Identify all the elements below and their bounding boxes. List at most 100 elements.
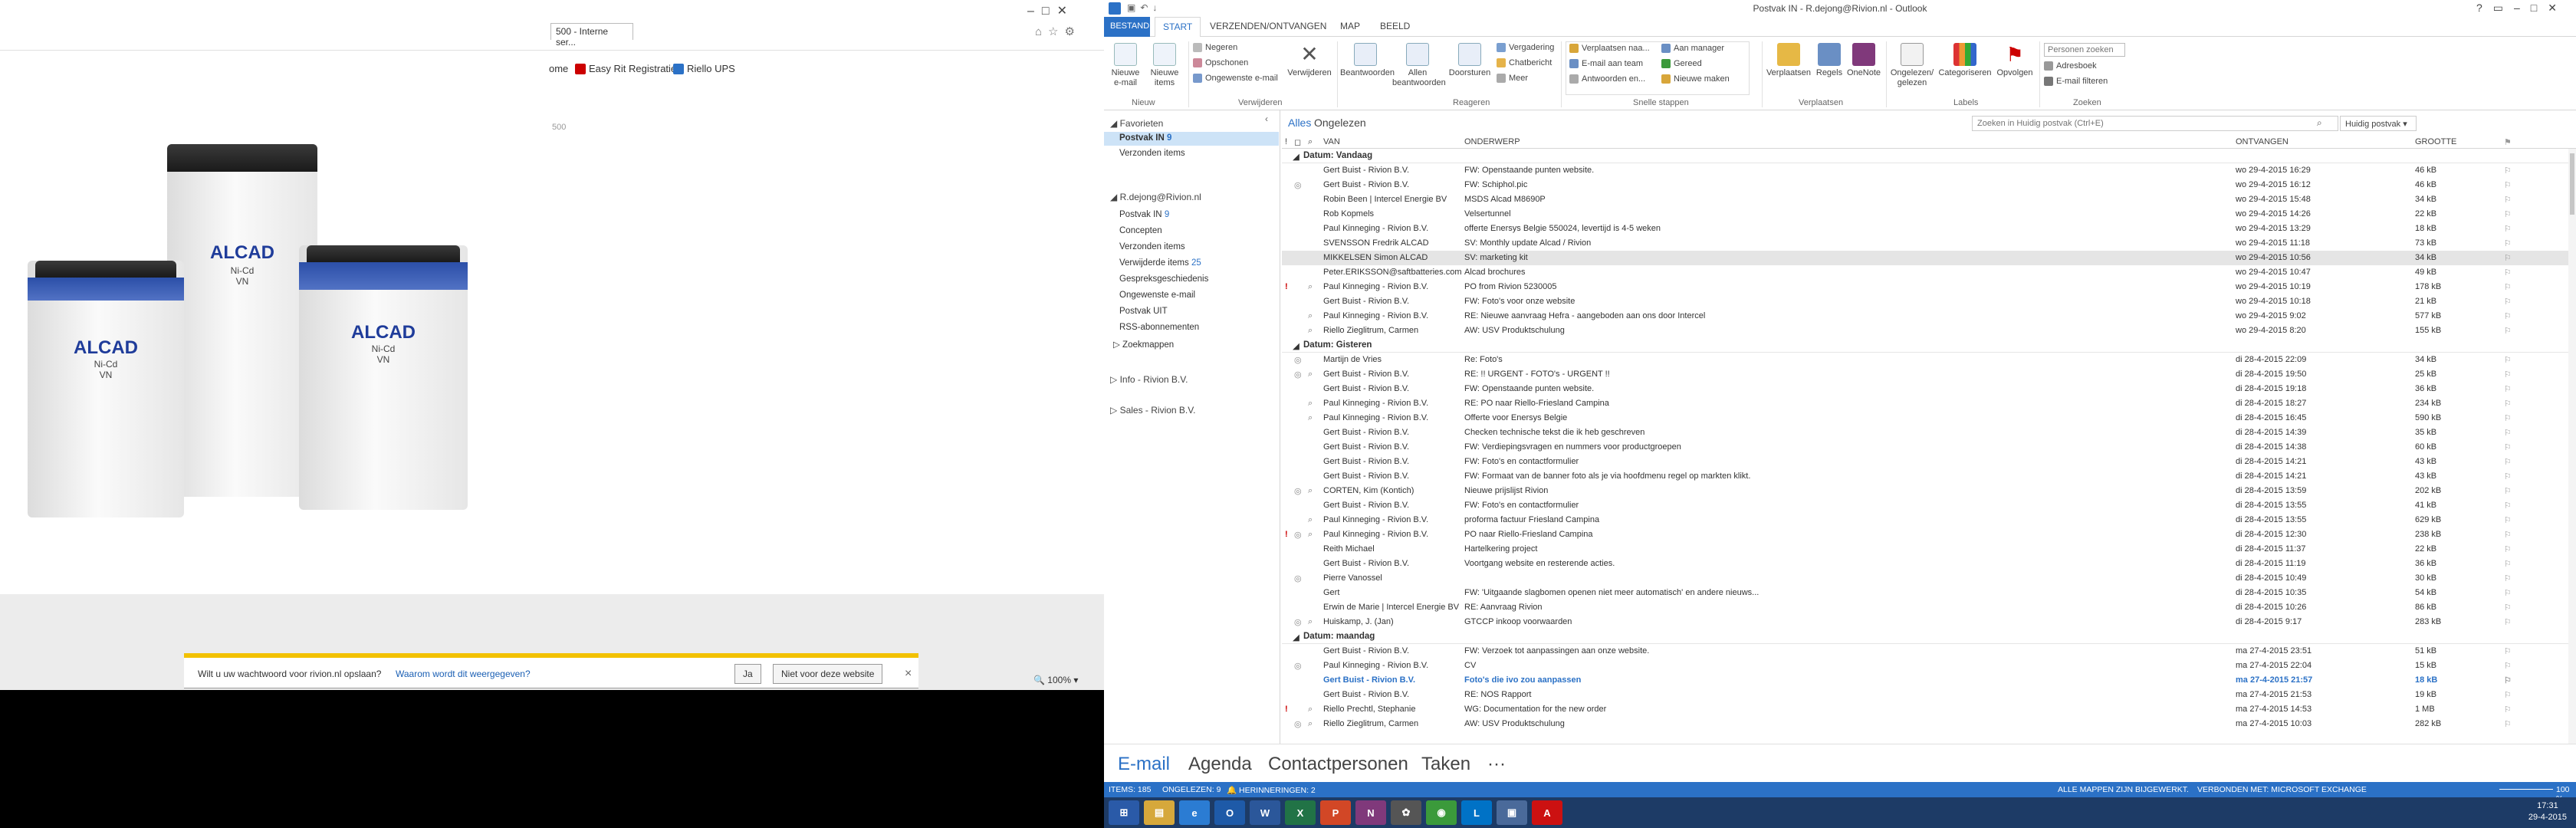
attachment-column-icon[interactable]: ⌕ (1308, 137, 1313, 147)
search-icon[interactable]: ⌕ (2317, 117, 2322, 129)
flag-icon[interactable]: ⚐ (2504, 472, 2512, 481)
categorize-button[interactable]: Categoriseren (1937, 43, 1993, 78)
filter-email-button[interactable]: E-mail filteren (2044, 77, 2108, 86)
flag-icon[interactable]: ⚐ (2504, 530, 2512, 540)
ie-zoom-level[interactable]: 🔍 100% ▾ (1033, 675, 1078, 685)
message-row[interactable]: ! ⌕ Paul Kinneging - Rivion B.V. PO from Ri… (1282, 280, 2576, 294)
followup-button[interactable]: ⚑ Opvolgen (1995, 43, 2035, 78)
excel-taskbar-icon[interactable]: X (1285, 800, 1316, 825)
flag-icon[interactable]: ⚐ (2504, 224, 2512, 234)
ie-toolbar-icons[interactable]: ⌂☆⚙ (1035, 25, 1081, 38)
flag-icon[interactable]: ⚐ (2504, 705, 2512, 715)
message-row[interactable]: Paul Kinneging - Rivion B.V. offerte Ener… (1282, 222, 2576, 236)
date-group-header[interactable]: ◢ Datum: maandag (1282, 629, 2576, 644)
zoom-slider[interactable] (2499, 787, 2553, 793)
message-row[interactable]: Gert FW: 'Uitgaande slagbomen openen niet… (1282, 586, 2576, 600)
message-row[interactable]: ⌕ Paul Kinneging - Rivion B.V. RE: Nieuwe … (1282, 309, 2576, 324)
collapse-group-icon[interactable]: ◢ (1293, 151, 1300, 162)
message-row[interactable]: ◎ ⌕ Gert Buist - Rivion B.V. RE: !! URGENT … (1282, 367, 2576, 382)
message-row[interactable]: Gert Buist - Rivion B.V. FW: Openstaande … (1282, 163, 2576, 178)
reply-button[interactable]: Beantwoorden (1340, 43, 1395, 78)
ignore-button[interactable]: Negeren (1193, 43, 1237, 52)
flag-icon[interactable]: ⚐ (2504, 195, 2512, 205)
nav-folder-drafts[interactable]: Concepten (1119, 226, 1162, 235)
filter-all[interactable]: Alles (1288, 117, 1311, 129)
quick-step-item[interactable]: Verplaatsen naa... (1569, 44, 1650, 53)
message-row[interactable]: Robin Been | Intercel Energie BV MSDS Alc… (1282, 192, 2576, 207)
flag-icon[interactable]: ⚐ (2504, 399, 2512, 409)
flag-icon[interactable]: ⚐ (2504, 603, 2512, 613)
status-reminders[interactable]: 🔔 HERINNERINGEN: 2 (1227, 785, 1316, 795)
message-row[interactable]: ! ◎ ⌕ Paul Kinneging - Rivion B.V. PO naar R… (1282, 527, 2576, 542)
collapse-group-icon[interactable]: ◢ (1293, 340, 1300, 351)
flag-icon[interactable]: ⚐ (2504, 617, 2512, 627)
flag-icon[interactable]: ⚐ (2504, 326, 2512, 336)
column-size[interactable]: GROOTTE (2415, 137, 2456, 146)
quick-step-item[interactable]: Aan manager (1661, 44, 1724, 53)
message-row[interactable]: ! ⌕ Riello Prechtl, Stephanie WG: Documenta… (1282, 702, 2576, 717)
new-email-button[interactable]: Nieuwe e-mail (1107, 43, 1144, 88)
message-row[interactable]: Gert Buist - Rivion B.V. FW: Foto's en co… (1282, 455, 2576, 469)
onenote-taskbar-icon[interactable]: N (1355, 800, 1386, 825)
flag-icon[interactable]: ⚐ (2504, 282, 2512, 292)
unread-read-button[interactable]: Ongelezen/ gelezen (1889, 43, 1935, 88)
delete-button[interactable]: ✕ Verwijderen (1286, 43, 1332, 78)
account-sales[interactable]: ▷ Sales - Rivion B.V. (1110, 405, 1196, 416)
flag-icon[interactable]: ⚐ (2504, 544, 2512, 554)
password-prompt-why-link[interactable]: Waarom wordt dit weergegeven? (396, 669, 531, 679)
message-row[interactable]: Gert Buist - Rivion B.V. FW: Foto's voor … (1282, 294, 2576, 309)
flag-icon[interactable]: ⚐ (2504, 719, 2512, 729)
message-row[interactable]: Gert Buist - Rivion B.V. Foto's die ivo z… (1282, 673, 2576, 688)
flag-icon[interactable]: ⚐ (2504, 690, 2512, 700)
flag-icon[interactable]: ⚐ (2504, 253, 2512, 263)
nav-tasks[interactable]: Taken (1421, 754, 1470, 775)
flag-icon[interactable]: ⚐ (2504, 268, 2512, 278)
flag-icon[interactable]: ⚐ (2504, 413, 2512, 423)
flag-icon[interactable]: ⚐ (2504, 501, 2512, 511)
nav-inbox-favorite[interactable]: Postvak IN 9 (1119, 133, 1171, 143)
column-received[interactable]: ONTVANGEN (2236, 137, 2288, 146)
message-row[interactable]: MIKKELSEN Simon ALCAD SV: marketing kit wo… (1282, 251, 2576, 265)
reply-all-button[interactable]: Allen beantwoorden (1392, 43, 1446, 88)
tab-beeld[interactable]: BEELD (1380, 21, 1410, 31)
start-taskbar-icon[interactable]: ⊞ (1109, 800, 1139, 825)
nav-folder-inbox[interactable]: Postvak IN 9 (1119, 210, 1169, 219)
window-controls[interactable]: ?▭–□✕ (2476, 2, 2568, 15)
lync-taskbar-icon[interactable]: L (1461, 800, 1492, 825)
explorer-taskbar-icon[interactable]: ▤ (1144, 800, 1175, 825)
nav-folder-rss[interactable]: RSS-abonnementen (1119, 323, 1199, 332)
message-row[interactable]: ◎ Paul Kinneging - Rivion B.V. CV ma 27-4-2… (1282, 659, 2576, 673)
message-row[interactable]: ⌕ Paul Kinneging - Rivion B.V. proforma fa… (1282, 513, 2576, 527)
icon-column-icon[interactable]: ◻ (1294, 137, 1301, 147)
flag-icon[interactable]: ⚐ (2504, 209, 2512, 219)
date-group-header[interactable]: ◢ Datum: Vandaag (1282, 149, 2576, 163)
flag-icon[interactable]: ⚐ (2504, 515, 2512, 525)
message-row[interactable]: ⌕ Paul Kinneging - Rivion B.V. RE: PO naar… (1282, 396, 2576, 411)
message-row[interactable]: ◎ Martijn de Vries Re: Foto's di 28-4-2015 … (1282, 353, 2576, 367)
flag-icon[interactable]: ⚐ (2504, 166, 2512, 176)
message-row[interactable]: Erwin de Marie | Intercel Energie BV RE: … (1282, 600, 2576, 615)
collapse-pane-icon[interactable]: ‹ (1265, 113, 1268, 124)
flag-icon[interactable]: ⚐ (2504, 297, 2512, 307)
message-row[interactable]: ◎ ⌕ Riello Zieglitrum, Carmen AW: USV Produ… (1282, 717, 2576, 731)
ie-tab[interactable]: 500 - Interne ser... (550, 23, 633, 48)
message-row[interactable]: ◎ ⌕ Huiskamp, J. (Jan) GTCCP inkoop voorwaa… (1282, 615, 2576, 629)
nav-calendar[interactable]: Agenda (1188, 754, 1252, 775)
close-icon[interactable]: × (905, 667, 912, 681)
flag-icon[interactable]: ⚐ (2504, 370, 2512, 380)
cleanup-button[interactable]: Opschonen (1193, 58, 1248, 67)
filter-unread[interactable]: Ongelezen (1314, 117, 1366, 129)
tool-taskbar-icon[interactable]: ✿ (1391, 800, 1421, 825)
flag-icon[interactable]: ⚐ (2504, 675, 2512, 685)
collapse-group-icon[interactable]: ◢ (1293, 632, 1300, 642)
flag-icon[interactable]: ⚐ (2504, 355, 2512, 365)
account-info[interactable]: ▷ Info - Rivion B.V. (1110, 374, 1188, 385)
powerpoint-taskbar-icon[interactable]: P (1320, 800, 1351, 825)
quick-step-item[interactable]: Antwoorden en... (1569, 74, 1645, 84)
onenote-button[interactable]: OneNote (1846, 43, 1881, 78)
nav-folder-junk[interactable]: Ongewenste e-mail (1119, 291, 1195, 300)
search-scope-dropdown[interactable]: Huidig postvak ▾ (2340, 116, 2417, 131)
message-row[interactable]: ◎ ⌕ CORTEN, Kim (Kontich) Nieuwe prijslijst… (1282, 484, 2576, 498)
message-row[interactable]: Gert Buist - Rivion B.V. Voortgang websit… (1282, 557, 2576, 571)
importance-column-icon[interactable]: ! (1285, 137, 1287, 146)
